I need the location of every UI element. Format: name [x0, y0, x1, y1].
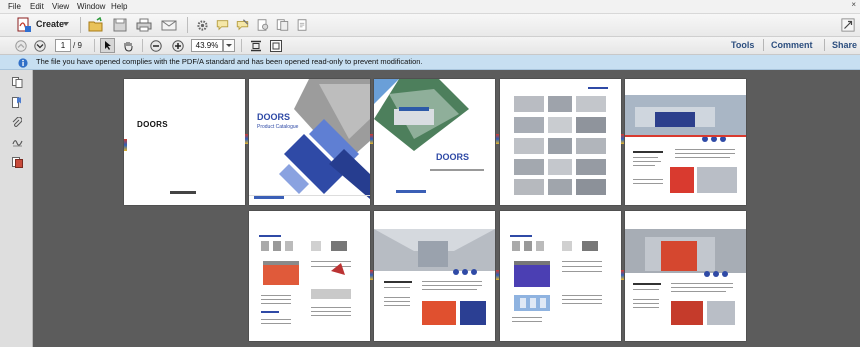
highlight-icon[interactable]: [234, 17, 250, 33]
full-screen-icon[interactable]: [269, 39, 282, 52]
close-doc-icon[interactable]: ×: [851, 0, 856, 9]
crop-marks: [496, 270, 499, 280]
comment-pane-button[interactable]: Comment: [771, 38, 813, 52]
signatures-icon[interactable]: [11, 136, 23, 148]
layers-icon[interactable]: [11, 156, 23, 168]
document-pages-view[interactable]: DOORS DOORS Product Catalogue DOORS: [33, 70, 860, 347]
stamp-icon[interactable]: [254, 17, 270, 33]
bookmarks-icon[interactable]: [11, 96, 23, 108]
page-2-title: DOORS: [257, 112, 291, 122]
separator: [94, 39, 95, 52]
page-3-logo: [396, 190, 426, 193]
pdfa-info-text: The file you have opened complies with t…: [36, 57, 423, 66]
separator: [763, 39, 764, 51]
previous-page-icon[interactable]: [14, 39, 27, 52]
page-3-title: DOORS: [436, 152, 470, 162]
main-toolbar: Create: [0, 14, 860, 37]
zoom-dropdown-icon[interactable]: [223, 39, 235, 52]
menu-help[interactable]: Help: [111, 1, 127, 12]
share-pane-button[interactable]: Share: [832, 38, 857, 52]
page-4-product-grid: [514, 87, 608, 195]
page-thumbnail-3[interactable]: DOORS: [374, 79, 495, 205]
page-thumbnail-7[interactable]: [374, 211, 495, 341]
menu-edit[interactable]: Edit: [30, 1, 44, 12]
separator: [80, 17, 81, 33]
menu-file[interactable]: File: [8, 1, 21, 12]
info-icon: [17, 57, 28, 68]
pdfa-info-bar: The file you have opened complies with t…: [0, 55, 860, 70]
comment-bubble-icon[interactable]: [214, 17, 230, 33]
left-navigation-pane: [0, 70, 33, 347]
select-cursor-icon[interactable]: [100, 38, 115, 53]
page-thumbnail-2[interactable]: DOORS Product Catalogue: [249, 79, 370, 205]
menu-bar: File Edit View Window Help ×: [0, 0, 860, 14]
page-1-color-marks: [124, 139, 127, 151]
page-5-product-page: [625, 95, 746, 193]
tools-pane-button[interactable]: Tools: [731, 38, 754, 52]
page-3-graphic: [374, 79, 469, 151]
crop-marks: [370, 134, 373, 144]
create-dropdown-icon[interactable]: [63, 22, 69, 26]
zoom-in-icon[interactable]: [171, 39, 184, 52]
page-1-title: DOORS: [137, 120, 168, 129]
page-thumbnail-9[interactable]: [625, 211, 746, 341]
crop-marks: [370, 270, 373, 280]
page-1-logo: [170, 191, 196, 194]
page-thumbnails-icon[interactable]: [11, 76, 23, 88]
page-thumbnail-5[interactable]: [625, 79, 746, 205]
page-7-product-page: [374, 229, 495, 325]
navigation-toolbar: 1 / 9 43.9% Tools Comment Share: [0, 37, 860, 55]
create-pdf-icon[interactable]: [16, 17, 32, 33]
separator: [824, 39, 825, 51]
separator: [241, 39, 242, 52]
menu-window[interactable]: Window: [77, 1, 105, 12]
crop-marks: [621, 134, 624, 144]
menu-view[interactable]: View: [52, 1, 69, 12]
settings-gear-icon[interactable]: [195, 17, 209, 33]
page-6-product-page: [259, 235, 351, 324]
expand-view-icon[interactable]: [840, 17, 856, 33]
zoom-out-icon[interactable]: [149, 39, 162, 52]
page-9-product-page: [625, 229, 746, 325]
crop-marks: [245, 134, 248, 144]
page-thumbnail-6[interactable]: [249, 211, 370, 341]
page-thumbnail-4[interactable]: [500, 79, 621, 205]
attachments-icon[interactable]: [11, 116, 23, 128]
page-8-product-page: [510, 235, 602, 322]
page-number-input[interactable]: 1: [55, 39, 71, 52]
crop-marks: [496, 134, 499, 144]
page-2-graphic: [249, 79, 370, 199]
print-icon[interactable]: [136, 17, 152, 33]
crop-marks: [621, 270, 624, 280]
zoom-level-input[interactable]: 43.9%: [191, 39, 223, 52]
page-3-text-lines: [430, 169, 484, 171]
acrobat-window: File Edit View Window Help × Create 1 / …: [0, 0, 860, 347]
page-thumbnail-8[interactable]: [500, 211, 621, 341]
save-icon[interactable]: [112, 17, 128, 33]
page-2-subtitle: Product Catalogue: [257, 124, 299, 130]
next-page-icon[interactable]: [33, 39, 46, 52]
create-button[interactable]: Create: [36, 19, 64, 30]
open-folder-icon[interactable]: [88, 17, 104, 33]
page-2-logo: [254, 196, 284, 199]
page-thumbnail-1[interactable]: DOORS: [124, 79, 245, 205]
fit-page-icon[interactable]: [249, 39, 262, 52]
separator: [187, 17, 188, 33]
email-icon[interactable]: [161, 17, 177, 33]
document-properties-icon[interactable]: [294, 17, 310, 33]
separator: [142, 39, 143, 52]
page-total-label: / 9: [73, 41, 82, 50]
hand-tool-icon[interactable]: [120, 38, 135, 53]
document-compare-icon[interactable]: [274, 17, 290, 33]
